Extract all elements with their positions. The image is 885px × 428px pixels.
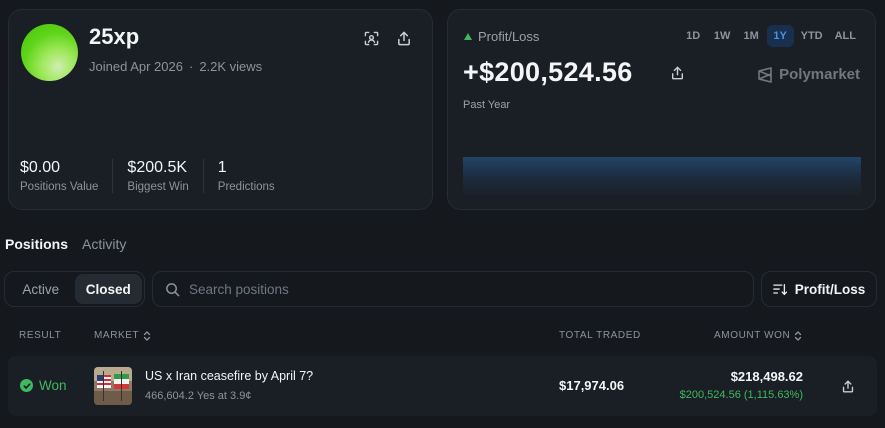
total-traded-value: $17,974.06 bbox=[559, 378, 625, 393]
stat-predictions: 1 Predictions bbox=[218, 159, 289, 193]
range-ytd[interactable]: YTD bbox=[796, 25, 828, 47]
sort-label: Profit/Loss bbox=[794, 281, 866, 297]
search-input[interactable] bbox=[189, 281, 709, 297]
position-status-toggle: Active Closed bbox=[4, 271, 145, 307]
header-total-traded-label: TOTAL TRADED bbox=[559, 330, 641, 341]
result-label: Won bbox=[39, 378, 67, 393]
username: 25xp bbox=[89, 24, 140, 49]
market-thumbnail bbox=[94, 367, 132, 405]
stat-label: Predictions bbox=[217, 181, 275, 193]
pl-chart bbox=[463, 157, 861, 197]
tab-activity[interactable]: Activity bbox=[82, 236, 126, 252]
profile-meta: Joined Apr 2026 · 2.2K views bbox=[89, 59, 262, 74]
stat-value: $200.5K bbox=[127, 159, 188, 176]
range-all[interactable]: ALL bbox=[830, 25, 861, 47]
search-icon bbox=[166, 282, 180, 296]
view-count: 2.2K views bbox=[199, 59, 263, 74]
triangle-up-icon bbox=[464, 33, 472, 40]
header-result: RESULT bbox=[19, 330, 61, 341]
range-1y[interactable]: 1Y bbox=[766, 25, 794, 47]
tab-positions[interactable]: Positions bbox=[5, 236, 68, 252]
pl-value: +$200,524.56 bbox=[463, 57, 633, 87]
amount-won-value: $218,498.62 bbox=[730, 369, 803, 384]
share-icon[interactable] bbox=[393, 27, 415, 49]
share-icon[interactable] bbox=[666, 62, 688, 84]
polymarket-logo: Polymarket bbox=[757, 66, 860, 83]
sort-button[interactable]: Profit/Loss bbox=[761, 271, 877, 307]
profit-value: $200,524.56 (1,115.63%) bbox=[679, 389, 803, 401]
polymarket-icon bbox=[758, 66, 772, 83]
header-amount-won-label: AMOUNT WON bbox=[714, 330, 791, 341]
stat-biggest-win: $200.5K Biggest Win bbox=[127, 159, 204, 193]
stat-label: Biggest Win bbox=[127, 181, 189, 193]
market-title[interactable]: US x Iran ceasefire by April 7? bbox=[145, 369, 313, 383]
range-1d[interactable]: 1D bbox=[680, 25, 707, 47]
header-result-label: RESULT bbox=[19, 330, 62, 341]
scan-icon[interactable] bbox=[360, 27, 382, 49]
pl-label: Profit/Loss bbox=[478, 29, 540, 44]
stat-label: Positions Value bbox=[20, 181, 99, 193]
time-range-selector: 1D 1W 1M 1Y YTD ALL bbox=[680, 25, 861, 47]
header-market[interactable]: MARKET bbox=[94, 330, 151, 341]
pl-header: Profit/Loss bbox=[464, 29, 539, 44]
sort-toggle-icon bbox=[795, 330, 802, 341]
closed-button[interactable]: Closed bbox=[74, 274, 142, 304]
brand-name: Polymarket bbox=[779, 66, 860, 83]
profile-stats: $0.00 Positions Value $200.5K Biggest Wi… bbox=[20, 159, 303, 193]
range-1m[interactable]: 1M bbox=[738, 25, 765, 47]
table-row[interactable]: Won US x Iran ceasefire by April 7? 466,… bbox=[8, 356, 877, 416]
active-button[interactable]: Active bbox=[7, 274, 75, 304]
result-badge: Won bbox=[20, 378, 67, 393]
header-market-label: MARKET bbox=[94, 330, 140, 341]
search-box bbox=[152, 271, 754, 307]
stat-positions-value: $0.00 Positions Value bbox=[20, 159, 114, 193]
market-details: 466,604.2 Yes at 3.9¢ bbox=[145, 390, 252, 402]
sort-toggle-icon bbox=[144, 330, 151, 341]
avatar bbox=[21, 24, 78, 81]
check-circle-icon bbox=[20, 379, 33, 392]
stat-value: 1 bbox=[217, 159, 227, 176]
sort-icon bbox=[772, 283, 787, 295]
profile-tabs: Positions Activity bbox=[5, 236, 126, 252]
joined-date: Joined Apr 2026 bbox=[89, 59, 183, 74]
header-total-traded: TOTAL TRADED bbox=[559, 330, 641, 341]
profile-card: 25xp Joined Apr 2026 · 2.2K views $0.00 Po… bbox=[8, 9, 433, 210]
stat-value: $0.00 bbox=[20, 159, 61, 176]
share-icon[interactable] bbox=[837, 375, 859, 397]
header-amount-won[interactable]: AMOUNT WON bbox=[714, 330, 802, 341]
meta-separator: · bbox=[188, 59, 194, 74]
profit-loss-card: Profit/Loss 1D 1W 1M 1Y YTD ALL +$200,52… bbox=[447, 9, 876, 210]
pl-period: Past Year bbox=[463, 99, 511, 111]
range-1w[interactable]: 1W bbox=[709, 25, 736, 47]
